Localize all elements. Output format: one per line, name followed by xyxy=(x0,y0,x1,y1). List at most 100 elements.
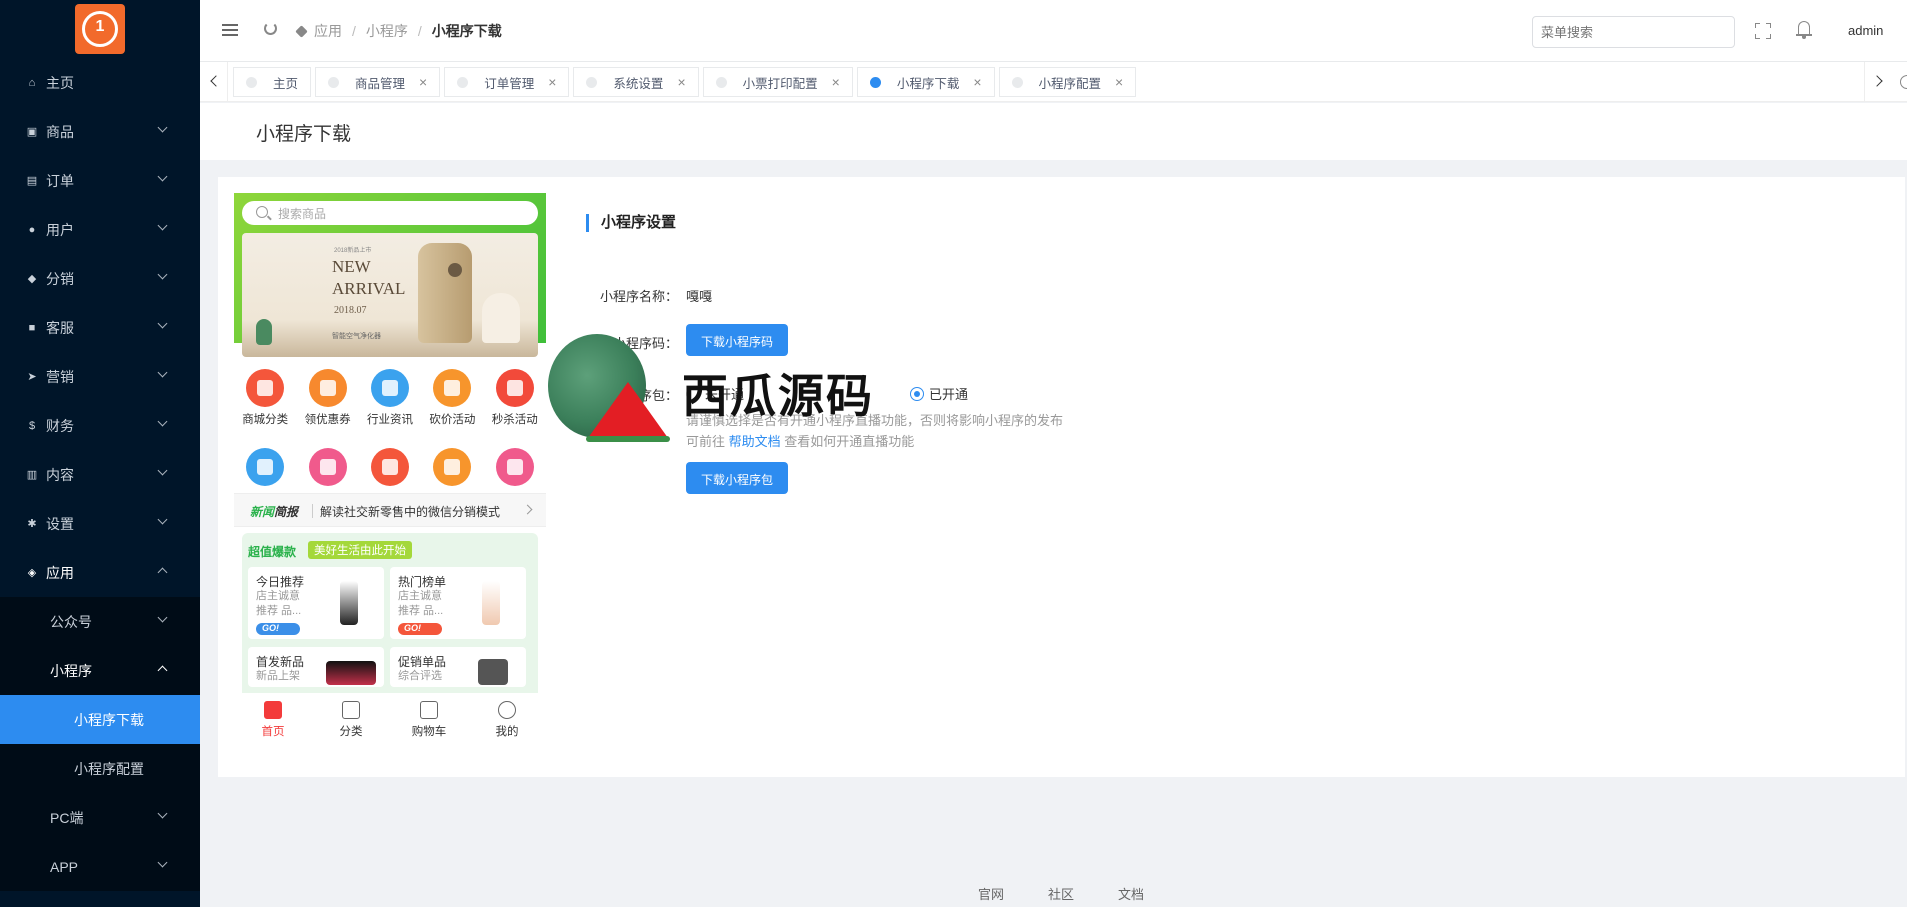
product-image xyxy=(478,659,508,685)
close-icon[interactable]: × xyxy=(973,74,981,90)
tab-miniprogram-config[interactable]: 小程序配置 × xyxy=(998,67,1137,97)
sidebar-item-label: 小程序 xyxy=(50,662,92,679)
chevron-down-icon xyxy=(157,465,168,476)
go-badge: GO! xyxy=(256,623,300,635)
sidebar-item-label: 财务 xyxy=(46,417,74,434)
sidebar-item-marketing[interactable]: ➤ 营销 xyxy=(0,352,200,401)
footer-link-docs[interactable]: 文档 xyxy=(1118,884,1144,903)
phone-icon-label: 砍价活动 xyxy=(429,414,476,426)
tabs-scroll-right[interactable] xyxy=(1864,62,1892,102)
phone-icon-cell xyxy=(234,448,296,486)
banner-subtitle: 智能空气净化器 xyxy=(332,333,381,340)
phone-tab-label: 我的 xyxy=(495,726,519,738)
chevron-down-icon xyxy=(157,220,168,231)
breadcrumb: 应用 / 小程序 / 小程序下载 xyxy=(295,21,502,41)
refresh-icon[interactable] xyxy=(264,22,277,35)
tab-receipt-print[interactable]: 小票打印配置 × xyxy=(702,67,853,97)
sidebar-item-miniprogram[interactable]: 小程序 xyxy=(0,646,200,695)
chevron-down-icon xyxy=(157,269,168,280)
menu-toggle-icon[interactable] xyxy=(222,24,238,36)
tab-system-settings[interactable]: 系统设置 × xyxy=(573,67,699,97)
chevron-down-icon xyxy=(157,612,168,623)
grid-icon xyxy=(342,701,360,719)
sidebar-item-distribution[interactable]: ◆ 分销 xyxy=(0,254,200,303)
close-icon[interactable]: × xyxy=(677,74,685,90)
breadcrumb-current: 小程序下载 xyxy=(431,23,502,39)
chevron-down-icon xyxy=(157,808,168,819)
sidebar-item-miniprogram-download[interactable]: 小程序下载 xyxy=(0,695,200,744)
sidebar-item-pc[interactable]: PC端 xyxy=(0,793,200,842)
footer-link-community[interactable]: 社区 xyxy=(1048,884,1074,903)
sidebar-item-app[interactable]: APP xyxy=(0,842,200,891)
deal-card-title: 首发新品 xyxy=(256,655,305,669)
banner-year: 2018.07 xyxy=(334,305,367,316)
phone-icon-cell: 商城分类 xyxy=(234,369,296,427)
banner-title-line1: NEW xyxy=(332,257,371,276)
tab-label: 小票打印配置 xyxy=(742,76,818,91)
phone-tab-label: 首页 xyxy=(261,726,285,738)
logo[interactable]: 1 xyxy=(75,4,125,54)
tab-goods[interactable]: 商品管理 × xyxy=(315,67,441,97)
gear-icon: ✱ xyxy=(27,518,37,530)
news-icon xyxy=(370,369,409,407)
phone-icon-cell xyxy=(484,448,546,486)
tabs-scroll-left[interactable] xyxy=(200,62,228,102)
close-all-tabs-icon[interactable] xyxy=(1900,75,1907,89)
phone-news-bar: 新闻简报 解读社交新零售中的微信分销模式 xyxy=(234,493,546,527)
news-label: 新闻简报 xyxy=(250,503,298,520)
tab-label: 商品管理 xyxy=(355,76,406,91)
tabs-bar: 主页 商品管理 × 订单管理 × 系统设置 × 小票打印配置 × 小程序下载 × 小程序配… xyxy=(200,62,1907,102)
sidebar-item-goods[interactable]: ▣ 商品 xyxy=(0,107,200,156)
divider xyxy=(312,504,313,518)
sidebar-item-service[interactable]: ■ 客服 xyxy=(0,303,200,352)
user-icon: ● xyxy=(28,223,36,236)
sidebar-item-label: 小程序配置 xyxy=(74,760,144,777)
deal-card-sub: 综合评选 xyxy=(398,670,442,682)
sidebar-item-orders[interactable]: ▤ 订单 xyxy=(0,156,200,205)
tab-dot xyxy=(715,76,727,88)
user-name[interactable]: admin xyxy=(1848,23,1883,38)
sidebar-item-settings[interactable]: ✱ 设置 xyxy=(0,499,200,548)
sidebar-item-home[interactable]: ⌂ 主页 xyxy=(0,58,200,107)
close-icon[interactable]: × xyxy=(419,74,427,90)
banner-title-line2: ARRIVAL xyxy=(332,279,406,298)
top-header: 应用 / 小程序 / 小程序下载 admin xyxy=(200,0,1907,62)
tab-miniprogram-download[interactable]: 小程序下载 × xyxy=(856,67,995,97)
name-label: 小程序名称： xyxy=(599,289,678,304)
tab-orders[interactable]: 订单管理 × xyxy=(444,67,570,97)
close-icon[interactable]: × xyxy=(548,74,556,90)
sidebar-item-finance[interactable]: $ 财务 xyxy=(0,401,200,450)
tab-label: 小程序下载 xyxy=(896,76,960,91)
footer-link-official[interactable]: 官网 xyxy=(978,884,1004,903)
sidebar-item-apps[interactable]: ◈ 应用 xyxy=(0,548,200,597)
bell-icon[interactable] xyxy=(1796,21,1812,39)
sidebar-item-miniprogram-config[interactable]: 小程序配置 xyxy=(0,744,200,793)
deal-card-sub: 新品上架 xyxy=(256,670,300,682)
close-icon[interactable]: × xyxy=(832,74,840,90)
product-image xyxy=(482,581,500,625)
tab-home[interactable]: 主页 xyxy=(233,67,312,97)
sidebar-item-users[interactable]: ● 用户 xyxy=(0,205,200,254)
phone-icon-grid-row2 xyxy=(234,448,546,486)
tabs: 主页 商品管理 × 订单管理 × 系统设置 × 小票打印配置 × 小程序下载 × 小程序配… xyxy=(233,67,1140,97)
sidebar: 1 ⌂ 主页 ▣ 商品 ▤ 订单 ● 用户 ◆ 分销 ■ 客服 ➤ 营销 $ 财务 ▥ 内容 ✱ 设… xyxy=(0,0,200,907)
menu-search-input[interactable] xyxy=(1532,16,1735,48)
sidebar-item-label: 主页 xyxy=(46,74,74,91)
cart-icon: ▤ xyxy=(26,175,38,187)
store-icon xyxy=(370,448,409,486)
sidebar-item-label: 用户 xyxy=(46,221,74,238)
sidebar-item-content[interactable]: ▥ 内容 xyxy=(0,450,200,499)
breadcrumb-item[interactable]: 小程序 xyxy=(366,21,408,41)
sidebar-item-label: 公众号 xyxy=(50,613,92,630)
close-icon[interactable]: × xyxy=(1115,74,1123,90)
breadcrumb-item[interactable]: 应用 xyxy=(314,21,342,41)
fullscreen-icon[interactable] xyxy=(1755,23,1771,39)
deals-tag: 美好生活由此开始 xyxy=(308,541,412,559)
sidebar-item-label: APP xyxy=(50,858,79,875)
download-package-button[interactable]: 下载小程序包 xyxy=(686,462,789,494)
section-title: 小程序设置 xyxy=(586,214,676,232)
news-label-b: 简报 xyxy=(274,505,299,519)
banner-small-text: 2018新品上市 xyxy=(334,248,372,254)
chevron-left-icon xyxy=(210,75,222,87)
sidebar-item-wechat[interactable]: 公众号 xyxy=(0,597,200,646)
